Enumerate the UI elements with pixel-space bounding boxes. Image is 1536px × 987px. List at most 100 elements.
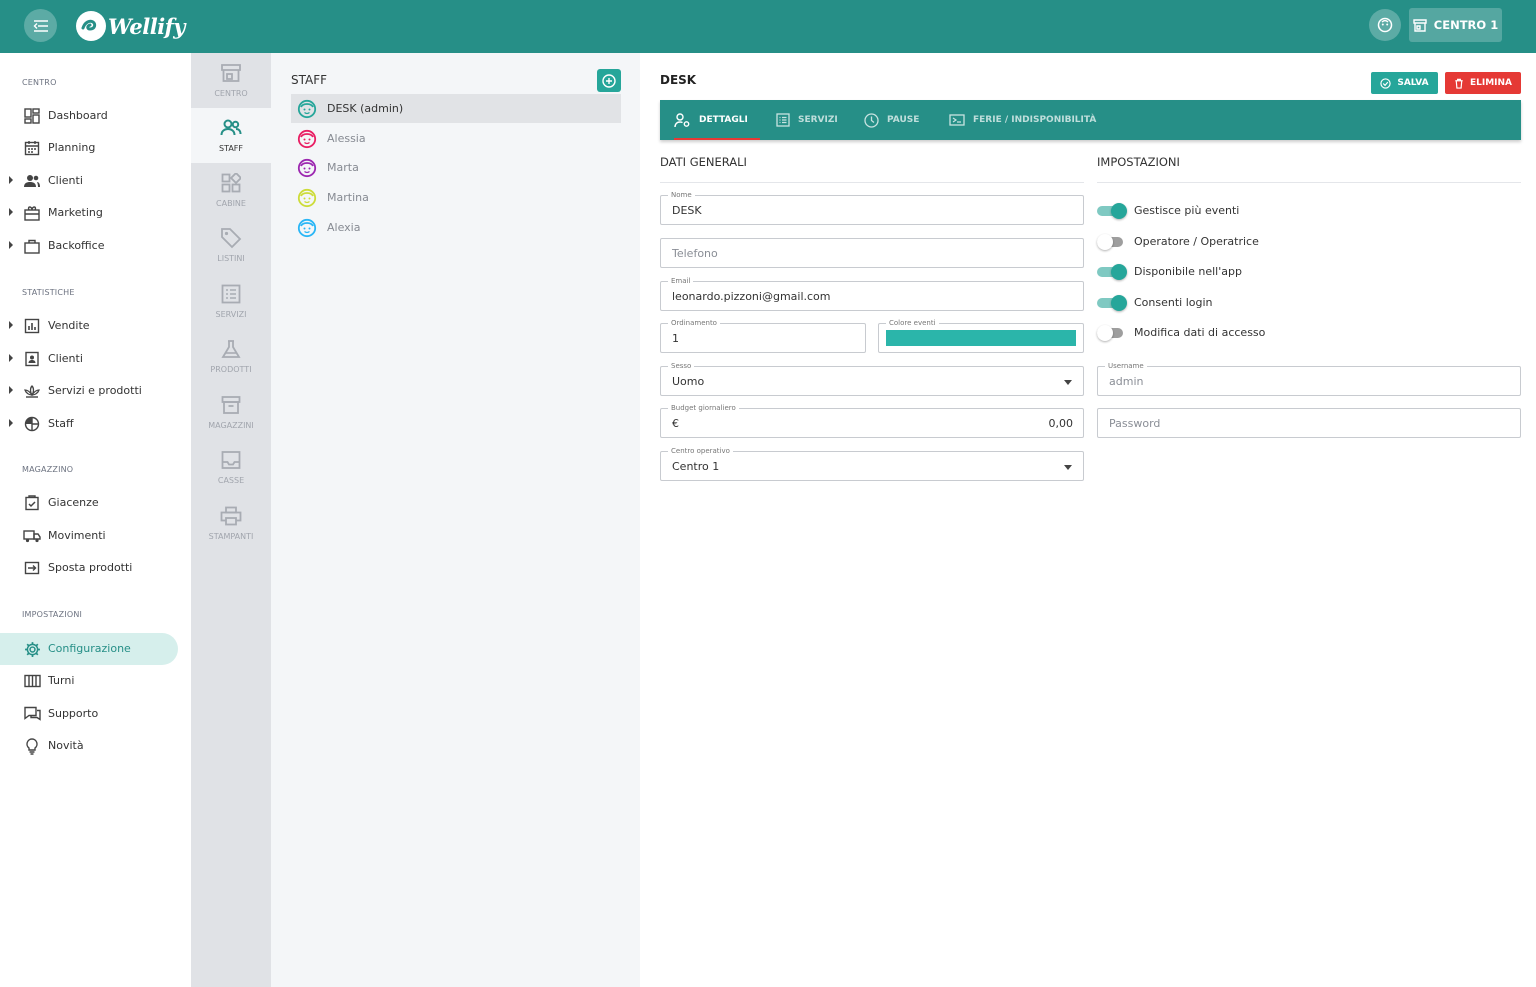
toggle-switch[interactable] bbox=[1097, 203, 1127, 219]
transfer-icon bbox=[23, 559, 41, 577]
staff-list-title: STAFF bbox=[291, 73, 328, 87]
add-staff-button[interactable] bbox=[597, 69, 621, 92]
toggle-switch[interactable] bbox=[1097, 234, 1126, 250]
dashboard-icon bbox=[23, 107, 41, 125]
rail-item-prodotti[interactable]: PRODOTTI bbox=[191, 329, 271, 384]
tab-servizi[interactable]: SERVIZI bbox=[776, 100, 838, 140]
sidebar-item-marketing[interactable]: Marketing bbox=[0, 198, 178, 228]
sidebar-item-vendite[interactable]: Vendite bbox=[0, 311, 178, 341]
email-field[interactable]: Email leonardo.pizzoni@gmail.com bbox=[660, 276, 1084, 311]
sidebar-item-label: Clienti bbox=[48, 352, 83, 365]
rail-item-label: MAGAZZINI bbox=[208, 421, 254, 430]
settings-toggle-row[interactable]: Operatore / Operatrice bbox=[1097, 231, 1259, 251]
order-field[interactable]: Ordinamento 1 bbox=[660, 318, 866, 353]
staff-list-panel: STAFF DESK (admin) Alessia Marta Martina Ale… bbox=[271, 53, 640, 987]
dropdown-arrow-icon bbox=[1064, 380, 1072, 385]
tab-pause[interactable]: PAUSE bbox=[864, 100, 919, 140]
settings-category-rail: CENTRO STAFF CABINE LISTINI SERVIZI PROD… bbox=[191, 53, 271, 987]
expand-caret-icon bbox=[9, 386, 13, 394]
grid-icon bbox=[219, 171, 243, 195]
name-field[interactable]: Nome DESK bbox=[660, 190, 1084, 225]
sidebar-item-turni[interactable]: Turni bbox=[0, 666, 178, 696]
sidebar-item-clienti[interactable]: Clienti bbox=[0, 166, 178, 196]
rail-item-servizi[interactable]: SERVIZI bbox=[191, 274, 271, 329]
sidebar-item-staff-stats[interactable]: Staff bbox=[0, 409, 178, 439]
staff-list-item[interactable]: Martina bbox=[291, 183, 621, 212]
sidebar-item-giacenze[interactable]: Giacenze bbox=[0, 488, 178, 518]
plus-circle-icon bbox=[602, 73, 616, 88]
settings-toggle-row[interactable]: Gestisce più eventi bbox=[1097, 200, 1239, 220]
sidebar-item-movimenti[interactable]: Movimenti bbox=[0, 521, 178, 551]
settings-toggle-row[interactable]: Modifica dati di accesso bbox=[1097, 322, 1265, 342]
rail-item-stampanti[interactable]: STAMPANTI bbox=[191, 496, 271, 551]
list-icon bbox=[776, 113, 790, 127]
rail-item-casse[interactable]: CASSE bbox=[191, 440, 271, 495]
sidebar-item-backoffice[interactable]: Backoffice bbox=[0, 231, 178, 261]
sidebar-item-novita[interactable]: Novità bbox=[0, 731, 178, 761]
toggle-label: Operatore / Operatrice bbox=[1134, 234, 1259, 248]
rail-item-magazzini[interactable]: MAGAZZINI bbox=[191, 385, 271, 440]
chat-icon bbox=[23, 705, 41, 723]
rail-item-cabine[interactable]: CABINE bbox=[191, 163, 271, 218]
sidebar-item-dashboard[interactable]: Dashboard bbox=[0, 101, 178, 131]
calendar-icon bbox=[23, 139, 41, 157]
sidebar-item-sposta-prodotti[interactable]: Sposta prodotti bbox=[0, 553, 178, 583]
tag-icon bbox=[219, 226, 243, 250]
rail-item-label: STAFF bbox=[218, 144, 244, 153]
field-label: Budget giornaliero bbox=[668, 403, 739, 413]
phone-field[interactable]: Telefono bbox=[660, 238, 1084, 268]
rail-item-centro[interactable]: CENTRO bbox=[191, 53, 271, 108]
center-selector-button[interactable]: CENTRO 1 bbox=[1409, 8, 1502, 42]
staff-name: DESK (admin) bbox=[327, 102, 404, 115]
wellify-logo-icon bbox=[76, 11, 106, 41]
user-settings-icon bbox=[674, 112, 690, 127]
username-field[interactable]: Username admin bbox=[1097, 361, 1521, 396]
expand-caret-icon bbox=[9, 208, 13, 216]
expand-caret-icon bbox=[9, 419, 13, 427]
toggle-label: Disponibile nell'app bbox=[1134, 264, 1242, 278]
sidebar-item-servizi-prodotti[interactable]: Servizi e prodotti bbox=[0, 376, 178, 406]
staff-list-item[interactable]: Marta bbox=[291, 153, 621, 182]
flask-icon bbox=[219, 337, 243, 361]
tab-dettagli[interactable]: DETTAGLI bbox=[674, 100, 760, 140]
daily-budget-field[interactable]: Budget giornaliero € 0,00 bbox=[660, 403, 1084, 438]
toggle-switch[interactable] bbox=[1097, 325, 1126, 341]
settings-toggle-row[interactable]: Consenti login bbox=[1097, 292, 1213, 312]
event-color-field[interactable]: Colore eventi bbox=[878, 318, 1084, 353]
operating-center-select[interactable]: Centro operativo Centro 1 bbox=[660, 446, 1084, 481]
sidebar-item-configurazione[interactable]: Configurazione bbox=[0, 633, 178, 665]
expand-caret-icon bbox=[9, 241, 13, 249]
save-button[interactable]: SALVA bbox=[1371, 72, 1438, 94]
tab-ferie[interactable]: FERIE / INDISPONIBILITÀ bbox=[949, 100, 1096, 140]
tab-label: DETTAGLI bbox=[699, 115, 748, 125]
sidebar-item-supporto[interactable]: Supporto bbox=[0, 699, 178, 729]
field-value: leonardo.pizzoni@gmail.com bbox=[672, 290, 831, 303]
rail-item-staff[interactable]: STAFF bbox=[191, 108, 271, 163]
user-profile-button[interactable] bbox=[1369, 9, 1401, 41]
staff-avatar-icon bbox=[297, 99, 317, 119]
password-field[interactable]: Password bbox=[1097, 408, 1521, 438]
toggle-switch[interactable] bbox=[1097, 264, 1127, 280]
top-bar: Wellify CENTRO 1 bbox=[0, 0, 1536, 53]
menu-toggle-button[interactable] bbox=[24, 9, 57, 42]
brand-logo[interactable]: Wellify bbox=[76, 9, 185, 43]
sidebar-item-label: Novità bbox=[48, 739, 84, 752]
gender-select[interactable]: Sesso Uomo bbox=[660, 361, 1084, 396]
sidebar-item-planning[interactable]: Planning bbox=[0, 133, 178, 163]
field-value: 0,00 bbox=[1048, 417, 1074, 430]
briefcase-icon bbox=[23, 237, 41, 255]
toggle-label: Modifica dati di accesso bbox=[1134, 325, 1266, 339]
sidebar-item-label: Backoffice bbox=[48, 239, 105, 252]
delete-button[interactable]: ELIMINA bbox=[1445, 72, 1521, 94]
sidebar-item-label: Servizi e prodotti bbox=[48, 384, 142, 397]
rail-item-listini[interactable]: LISTINI bbox=[191, 218, 271, 273]
staff-list-item[interactable]: Alessia bbox=[291, 124, 621, 153]
bar-chart-icon bbox=[23, 317, 41, 335]
settings-toggle-row[interactable]: Disponibile nell'app bbox=[1097, 261, 1242, 281]
staff-avatar-icon bbox=[297, 129, 317, 149]
tab-label: SERVIZI bbox=[798, 115, 838, 125]
staff-list-item[interactable]: DESK (admin) bbox=[291, 94, 621, 123]
staff-list-item[interactable]: Alexia bbox=[291, 213, 621, 242]
sidebar-item-clienti-stats[interactable]: Clienti bbox=[0, 344, 178, 374]
toggle-switch[interactable] bbox=[1097, 295, 1127, 311]
